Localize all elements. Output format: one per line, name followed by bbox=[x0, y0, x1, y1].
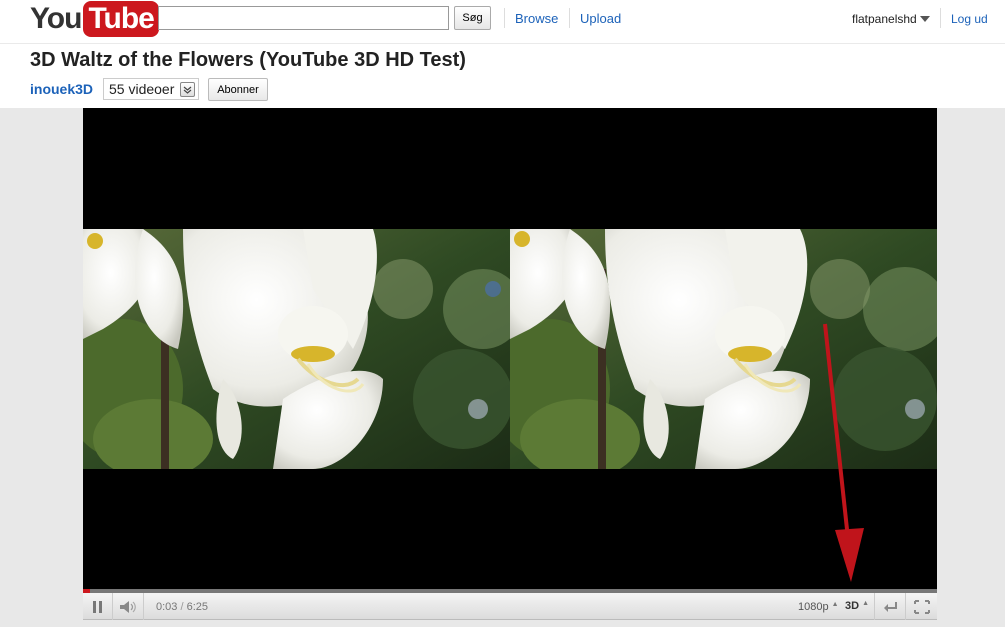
quality-selector[interactable]: 1080p ▲ bbox=[798, 601, 839, 613]
video-frame-left-eye bbox=[83, 229, 510, 469]
youtube-watch-page: You Tube Søg Browse Upload flatpanelshd … bbox=[0, 0, 1005, 627]
3d-label: 3D bbox=[845, 600, 860, 612]
3d-mode-button[interactable]: 3D ▲ bbox=[845, 600, 869, 612]
fullscreen-button[interactable] bbox=[906, 593, 937, 620]
pause-button[interactable] bbox=[83, 593, 113, 620]
logout-link[interactable]: Log ud bbox=[951, 12, 988, 26]
caret-up-icon: ▲ bbox=[831, 601, 839, 608]
nav-divider bbox=[569, 8, 570, 28]
video-title: 3D Waltz of the Flowers (YouTube 3D HD T… bbox=[30, 49, 466, 71]
fullscreen-icon bbox=[913, 599, 930, 614]
volume-button[interactable] bbox=[114, 593, 144, 620]
channel-link[interactable]: inouek3D bbox=[30, 81, 93, 97]
pop-out-icon bbox=[884, 601, 897, 612]
quality-label: 1080p bbox=[798, 601, 829, 613]
chevron-down-icon bbox=[919, 16, 930, 22]
nav-browse-link[interactable]: Browse bbox=[515, 11, 558, 26]
nav-divider bbox=[504, 8, 505, 28]
time-display: 0:03 / 6:25 bbox=[156, 601, 208, 613]
logo-you-text: You bbox=[30, 2, 82, 35]
duration: 6:25 bbox=[186, 601, 209, 613]
pause-icon bbox=[92, 600, 102, 613]
volume-icon bbox=[119, 600, 136, 613]
username-label: flatpanelshd bbox=[852, 12, 917, 26]
video-count-label: 55 videoer bbox=[109, 81, 175, 97]
user-menu[interactable]: flatpanelshd bbox=[852, 12, 930, 26]
subscribe-button[interactable]: Abonner bbox=[208, 78, 268, 101]
masthead: You Tube Søg Browse Upload flatpanelshd … bbox=[0, 0, 1005, 44]
current-time: 0:03 bbox=[156, 601, 178, 613]
search-input[interactable] bbox=[158, 6, 449, 30]
time-separator: / bbox=[180, 601, 184, 613]
expand-icon[interactable] bbox=[180, 81, 196, 97]
video-player[interactable] bbox=[83, 108, 937, 589]
youtube-logo[interactable]: You Tube bbox=[30, 0, 159, 38]
logo-tube-text: Tube bbox=[83, 1, 159, 37]
channel-videos-dropdown[interactable]: 55 videoer bbox=[103, 78, 200, 100]
nav-divider bbox=[940, 8, 941, 28]
pop-out-button[interactable] bbox=[874, 593, 906, 620]
video-frame-right-eye bbox=[510, 229, 937, 469]
player-controls: 0:03 / 6:25 1080p ▲ 3D ▲ bbox=[83, 593, 937, 620]
search-button[interactable]: Søg bbox=[454, 6, 491, 30]
nav-upload-link[interactable]: Upload bbox=[580, 11, 621, 26]
caret-up-icon: ▲ bbox=[862, 600, 870, 607]
